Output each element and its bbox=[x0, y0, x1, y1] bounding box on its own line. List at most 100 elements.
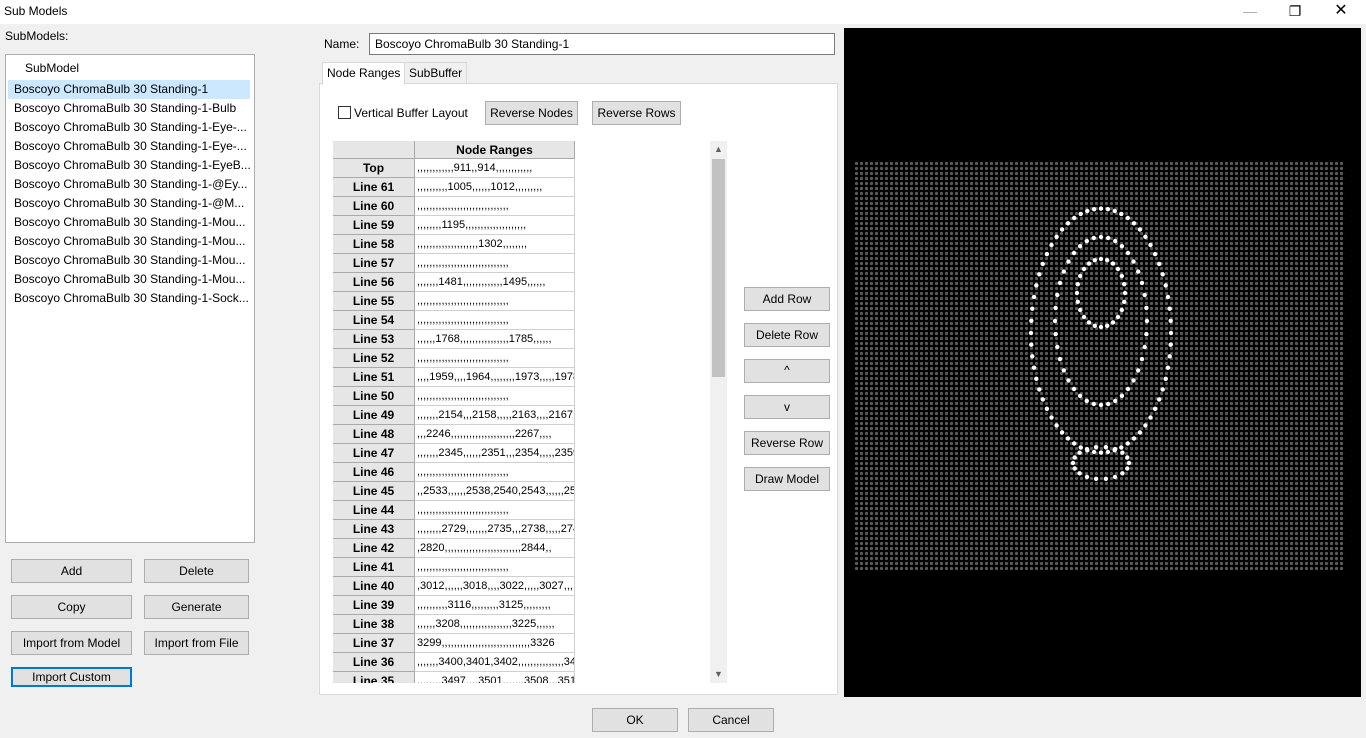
import-from-model-button[interactable]: Import from Model bbox=[11, 631, 132, 655]
grid-row-header[interactable]: Line 35 bbox=[333, 672, 415, 683]
grid-row-header[interactable]: Line 60 bbox=[333, 197, 415, 216]
draw-model-button[interactable]: Draw Model bbox=[744, 467, 830, 491]
grid-row-header[interactable]: Line 58 bbox=[333, 235, 415, 254]
grid-cell-node-range[interactable]: ,,,,,,,,,,,,,,,,,,,,,,,,,,,,,, bbox=[415, 349, 575, 368]
grid-cell-node-range[interactable]: ,,,,,,,,,,,,,,,,,,,,,,,,,,,,,, bbox=[415, 387, 575, 406]
reverse-nodes-button[interactable]: Reverse Nodes bbox=[485, 101, 578, 125]
copy-button[interactable]: Copy bbox=[11, 595, 132, 619]
grid-cell-node-range[interactable]: ,,,,,,3208,,,,,,,,,,,,,,,,,3225,,,,,, bbox=[415, 615, 575, 634]
grid-cell-node-range[interactable]: ,,,,,,,,3497,,,,3501,,,,,,,3508,,,3511 bbox=[415, 672, 575, 683]
delete-row-button[interactable]: Delete Row bbox=[744, 323, 830, 347]
cancel-button[interactable]: Cancel bbox=[688, 708, 774, 732]
grid-cell-node-range[interactable]: ,,,,,,,,,,,,911,,914,,,,,,,,,,,, bbox=[415, 159, 575, 178]
scroll-thumb[interactable] bbox=[712, 159, 725, 377]
node-ranges-grid[interactable]: Node Ranges Top ,,,,,,,,,,,,911,,914,,,,,… bbox=[333, 141, 727, 683]
grid-row-header[interactable]: Line 36 bbox=[333, 653, 415, 672]
grid-cell-node-range[interactable]: ,,2533,,,,,,2538,2540,2543,,,,,,2547 bbox=[415, 482, 575, 501]
grid-row-header[interactable]: Line 38 bbox=[333, 615, 415, 634]
tab-node-ranges[interactable]: Node Ranges bbox=[322, 62, 406, 85]
grid-row-header[interactable]: Line 48 bbox=[333, 425, 415, 444]
grid-cell-node-range[interactable]: ,,,,,,,,,,,,,,,,,,,,,,,,,,,,,, bbox=[415, 197, 575, 216]
scroll-up-arrow[interactable]: ▲ bbox=[710, 141, 727, 158]
grid-cell-node-range[interactable]: ,,,,,,,,,,,,,,,,,,,,,,,,,,,,,, bbox=[415, 501, 575, 520]
submodel-list-item[interactable]: Boscoyo ChromaBulb 30 Standing-1-Sock... bbox=[8, 289, 250, 308]
grid-cell-node-range[interactable]: ,,,,,,,,1195,,,,,,,,,,,,,,,,,,,, bbox=[415, 216, 575, 235]
grid-row-header[interactable]: Line 46 bbox=[333, 463, 415, 482]
grid-row-header[interactable]: Line 54 bbox=[333, 311, 415, 330]
submodel-list-item[interactable]: Boscoyo ChromaBulb 30 Standing-1-Eye-... bbox=[8, 118, 250, 137]
minimize-button[interactable]: — bbox=[1227, 0, 1273, 24]
submodel-list-item[interactable]: Boscoyo ChromaBulb 30 Standing-1-Mou... bbox=[8, 232, 250, 251]
ok-button[interactable]: OK bbox=[592, 708, 678, 732]
grid-row-header[interactable]: Line 56 bbox=[333, 273, 415, 292]
submodel-list-item[interactable]: Boscoyo ChromaBulb 30 Standing-1-Mou... bbox=[8, 270, 250, 289]
grid-cell-node-range[interactable]: ,,,2246,,,,,,,,,,,,,,,,,,,,,2267,,,, bbox=[415, 425, 575, 444]
grid-scrollbar[interactable]: ▲ ▼ bbox=[710, 141, 727, 683]
submodel-list-item[interactable]: Boscoyo ChromaBulb 30 Standing-1-EyeB... bbox=[8, 156, 250, 175]
name-field[interactable]: Boscoyo ChromaBulb 30 Standing-1 bbox=[369, 33, 835, 55]
add-button[interactable]: Add bbox=[11, 559, 132, 583]
lit-node bbox=[1028, 330, 1034, 336]
grid-cell-node-range[interactable]: ,,,,,,,,,,,,,,,,,,,,,,,,,,,,,, bbox=[415, 254, 575, 273]
model-preview[interactable] bbox=[844, 28, 1361, 697]
grid-row-header[interactable]: Line 42 bbox=[333, 539, 415, 558]
submodel-list-item[interactable]: Boscoyo ChromaBulb 30 Standing-1-Mou... bbox=[8, 251, 250, 270]
grid-row-header[interactable]: Line 50 bbox=[333, 387, 415, 406]
grid-cell-node-range[interactable]: ,,,,,,,1481,,,,,,,,,,,,,1495,,,,,, bbox=[415, 273, 575, 292]
maximize-button[interactable]: ❐ bbox=[1272, 0, 1318, 24]
grid-cell-node-range[interactable]: ,,,,,,1768,,,,,,,,,,,,,,,,1785,,,,,, bbox=[415, 330, 575, 349]
move-down-button[interactable]: v bbox=[744, 395, 830, 419]
vertical-buffer-checkbox[interactable] bbox=[338, 106, 351, 119]
grid-cell-node-range[interactable]: ,,,,,,,3400,3401,3402,,,,,,,,,,,,,,,3415… bbox=[415, 653, 575, 672]
reverse-rows-button[interactable]: Reverse Rows bbox=[592, 101, 681, 125]
grid-cell-node-range[interactable]: ,,,,,,,,,,,,,,,,,,,,1302,,,,,,,, bbox=[415, 235, 575, 254]
grid-row-header[interactable]: Top bbox=[333, 159, 415, 178]
grid-row-header[interactable]: Line 55 bbox=[333, 292, 415, 311]
submodel-list-item[interactable]: Boscoyo ChromaBulb 30 Standing-1-Bulb bbox=[8, 99, 250, 118]
grid-row-header[interactable]: Line 52 bbox=[333, 349, 415, 368]
grid-row-header[interactable]: Line 43 bbox=[333, 520, 415, 539]
import-custom-button[interactable]: Import Custom bbox=[11, 667, 132, 687]
grid-cell-node-range[interactable]: 3299,,,,,,,,,,,,,,,,,,,,,,,,,,,,,3326 bbox=[415, 634, 575, 653]
submodel-list-item[interactable]: Boscoyo ChromaBulb 30 Standing-1 bbox=[8, 80, 250, 99]
grid-cell-node-range[interactable]: ,,,,,,,,,,,,,,,,,,,,,,,,,,,,,, bbox=[415, 292, 575, 311]
grid-row-header[interactable]: Line 41 bbox=[333, 558, 415, 577]
delete-button[interactable]: Delete bbox=[144, 559, 249, 583]
grid-cell-node-range[interactable]: ,,,,,,,2154,,,2158,,,,,2163,,,,2167,,,, bbox=[415, 406, 575, 425]
grid-row-header[interactable]: Line 53 bbox=[333, 330, 415, 349]
scroll-down-arrow[interactable]: ▼ bbox=[710, 666, 727, 683]
grid-cell-node-range[interactable]: ,,,,1959,,,,1964,,,,,,,,1973,,,,,1978 bbox=[415, 368, 575, 387]
grid-cell-node-range[interactable]: ,,,,,,,,2729,,,,,,,2735,,,2738,,,,,2743,… bbox=[415, 520, 575, 539]
grid-row-header[interactable]: Line 49 bbox=[333, 406, 415, 425]
grid-row-header[interactable]: Line 57 bbox=[333, 254, 415, 273]
grid-row-header[interactable]: Line 61 bbox=[333, 178, 415, 197]
grid-row-header[interactable]: Line 37 bbox=[333, 634, 415, 653]
submodel-list-item[interactable]: Boscoyo ChromaBulb 30 Standing-1-@Ey... bbox=[8, 175, 250, 194]
submodel-list-item[interactable]: Boscoyo ChromaBulb 30 Standing-1-Mou... bbox=[8, 213, 250, 232]
submodel-list-item[interactable]: Boscoyo ChromaBulb 30 Standing-1-@M... bbox=[8, 194, 250, 213]
grid-row-header[interactable]: Line 59 bbox=[333, 216, 415, 235]
grid-cell-node-range[interactable]: ,,,,,,,,,,1005,,,,,,1012,,,,,,,,, bbox=[415, 178, 575, 197]
grid-cell-node-range[interactable]: ,,,,,,,,,,,,,,,,,,,,,,,,,,,,,, bbox=[415, 311, 575, 330]
reverse-row-button[interactable]: Reverse Row bbox=[744, 431, 830, 455]
grid-cell-node-range[interactable]: ,,,,,,,,,,3116,,,,,,,,,3125,,,,,,,,, bbox=[415, 596, 575, 615]
close-button[interactable]: ✕ bbox=[1318, 0, 1364, 24]
grid-row-header[interactable]: Line 44 bbox=[333, 501, 415, 520]
grid-row-header[interactable]: Line 47 bbox=[333, 444, 415, 463]
generate-button[interactable]: Generate bbox=[144, 595, 249, 619]
grid-row-header[interactable]: Line 45 bbox=[333, 482, 415, 501]
grid-cell-node-range[interactable]: ,3012,,,,,,3018,,,,3022,,,,,3027,,,,3031 bbox=[415, 577, 575, 596]
grid-cell-node-range[interactable]: ,,,,,,,,,,,,,,,,,,,,,,,,,,,,,, bbox=[415, 463, 575, 482]
submodel-list[interactable]: SubModel Boscoyo ChromaBulb 30 Standing-… bbox=[5, 54, 255, 543]
grid-cell-node-range[interactable]: ,,,,,,,,,,,,,,,,,,,,,,,,,,,,,, bbox=[415, 558, 575, 577]
grid-cell-node-range[interactable]: ,,,,,,,2345,,,,,,2351,,,2354,,,,,2359,,,… bbox=[415, 444, 575, 463]
import-from-file-button[interactable]: Import from File bbox=[144, 631, 249, 655]
grid-cell-node-range[interactable]: ,2820,,,,,,,,,,,,,,,,,,,,,,,,,2844,, bbox=[415, 539, 575, 558]
grid-row-header[interactable]: Line 40 bbox=[333, 577, 415, 596]
grid-row-header[interactable]: Line 51 bbox=[333, 368, 415, 387]
submodel-list-item[interactable]: Boscoyo ChromaBulb 30 Standing-1-Eye-... bbox=[8, 137, 250, 156]
move-up-button[interactable]: ^ bbox=[744, 359, 830, 383]
add-row-button[interactable]: Add Row bbox=[744, 287, 830, 311]
grid-row-header[interactable]: Line 39 bbox=[333, 596, 415, 615]
tab-subbuffer[interactable]: SubBuffer bbox=[404, 62, 468, 84]
